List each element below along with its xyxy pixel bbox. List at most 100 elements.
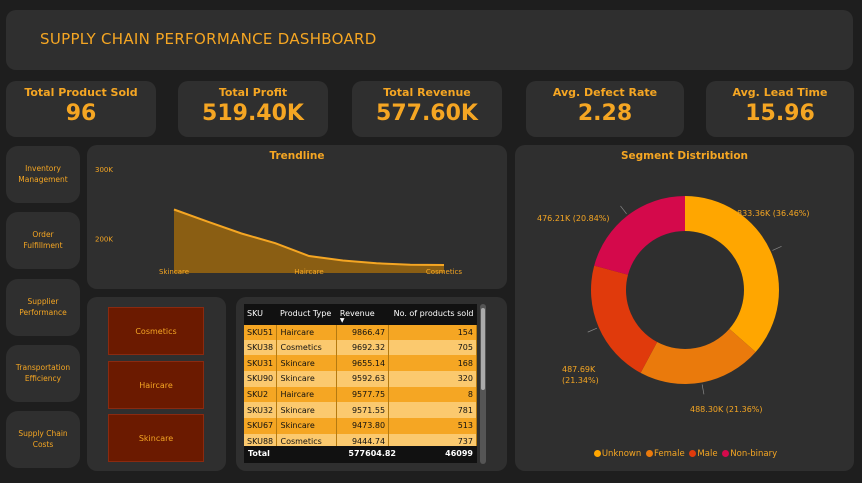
cell-product-type: Skincare	[276, 371, 338, 387]
nav-inventory-management-button[interactable]: Inventory Management	[6, 146, 80, 203]
legend-dot-unknown	[593, 450, 601, 457]
legend-label-unknown[interactable]: Unknown	[602, 449, 641, 459]
cell-products-sold: 168	[388, 355, 477, 372]
table-row[interactable]: SKU32 Skincare 9571.55 781	[244, 402, 477, 419]
column-header-revenue-label: Revenue	[339, 309, 375, 319]
cell-sku: SKU2	[244, 386, 278, 403]
donut-leader-line	[620, 205, 627, 215]
cell-product-type: Cosmetics	[276, 339, 338, 356]
legend-dot-non-binary	[722, 450, 730, 457]
x-tick-label: Haircare	[294, 268, 323, 276]
product-type-slicer: Cosmetics Haircare Skincare	[87, 297, 226, 471]
table-row[interactable]: SKU67 Skincare 9473.80 513	[244, 418, 477, 434]
donut-slice-male[interactable]	[591, 265, 658, 373]
table-row[interactable]: SKU2 Haircare 9577.75 8	[244, 386, 477, 403]
table-scroll-thumb[interactable]	[481, 308, 485, 390]
kpi-total-profit[interactable]: Total Profit 519.40K	[178, 81, 328, 137]
nav-supplier-performance-button[interactable]: Supplier Performance	[6, 279, 80, 336]
kpi-label: Total Profit	[218, 86, 288, 99]
kpi-value: 96	[65, 101, 97, 126]
y-tick-label: 300K	[95, 166, 113, 174]
donut-leader-line	[772, 245, 782, 251]
donut-data-label: 487.69K	[562, 365, 596, 374]
nav-label: Order Fulfillment	[23, 230, 63, 250]
cell-sku: SKU38	[244, 339, 278, 356]
cell-products-sold: 705	[388, 339, 477, 356]
cell-revenue: 9592.63	[336, 371, 390, 387]
cell-product-type: Skincare	[276, 355, 338, 372]
nav-transportation-efficiency-button[interactable]: Transportation Efficiency	[6, 345, 80, 402]
cell-revenue: 9655.14	[336, 355, 390, 372]
kpi-total-product-sold[interactable]: Total Product Sold 96	[6, 81, 156, 137]
nav-label: Supply Chain Costs	[18, 429, 68, 449]
column-header-product-type[interactable]: Product Type	[276, 304, 337, 325]
total-label: Total	[248, 449, 270, 458]
nav-supply-chain-costs-button[interactable]: Supply Chain Costs	[6, 411, 80, 468]
total-products-sold: 46099	[445, 449, 473, 458]
cell-product-type: Skincare	[276, 418, 338, 434]
cell-revenue: 9866.47	[336, 324, 390, 340]
table-row[interactable]: SKU38 Cosmetics 9692.32 705	[244, 339, 477, 356]
donut-slice-unknown[interactable]	[685, 196, 779, 352]
segment-legend: Unknown Female Male Non-binary	[515, 449, 854, 459]
cell-revenue: 9473.80	[336, 418, 390, 434]
cell-product-type: Haircare	[276, 324, 338, 340]
donut-data-label: 476.21K (20.84%)	[537, 214, 610, 223]
sku-table-wrapper: SKU Product Type Revenue ▼ No. of product…	[244, 304, 477, 464]
x-tick-label: Cosmetics	[426, 268, 462, 276]
legend-label-male[interactable]: Male	[697, 449, 717, 459]
table-scrollbar[interactable]	[480, 304, 486, 464]
legend-label-female[interactable]: Female	[654, 449, 685, 459]
sort-descending-icon: ▼	[339, 317, 345, 324]
donut-leader-line	[701, 384, 705, 395]
trendline-card: Trendline 300K 200K Skincare Haircare Cosmet…	[87, 145, 507, 289]
table-header-row: SKU Product Type Revenue ▼ No. of product…	[244, 304, 477, 325]
donut-data-label: 488.30K (21.36%)	[690, 405, 763, 414]
cell-revenue: 9571.55	[336, 402, 390, 419]
y-tick-label: 200K	[95, 235, 113, 243]
table-row[interactable]: SKU31 Skincare 9655.14 168	[244, 355, 477, 372]
column-header-revenue[interactable]: Revenue ▼	[336, 304, 389, 325]
legend-dot-female	[645, 450, 653, 457]
cell-products-sold: 513	[388, 418, 477, 434]
kpi-avg-defect-rate[interactable]: Avg. Defect Rate 2.28	[526, 81, 684, 137]
kpi-value: 519.40K	[202, 101, 304, 126]
sku-table: SKU Product Type Revenue ▼ No. of product…	[244, 304, 477, 450]
nav-label: Supplier Performance	[19, 297, 67, 317]
cell-products-sold: 320	[388, 371, 477, 387]
legend-label-non-binary[interactable]: Non-binary	[730, 449, 777, 459]
slicer-item-haircare[interactable]: Haircare	[108, 361, 204, 409]
column-header-products-sold[interactable]: No. of products sold	[388, 304, 477, 325]
title-panel: SUPPLY CHAIN PERFORMANCE DASHBOARD	[6, 10, 853, 70]
cell-products-sold: 8	[388, 386, 477, 403]
donut-data-label: (21.34%)	[562, 376, 599, 385]
kpi-avg-lead-time[interactable]: Avg. Lead Time 15.96	[706, 81, 854, 137]
cell-revenue: 9577.75	[336, 386, 390, 403]
table-row[interactable]: SKU51 Haircare 9866.47 154	[244, 324, 477, 340]
kpi-label: Total Product Sold	[24, 86, 138, 99]
kpi-value: 577.60K	[376, 101, 478, 126]
cell-sku: SKU51	[244, 324, 278, 340]
table-row[interactable]: SKU90 Skincare 9592.63 320	[244, 371, 477, 387]
kpi-value: 2.28	[577, 101, 633, 126]
slicer-item-skincare[interactable]: Skincare	[108, 414, 204, 462]
cell-sku: SKU31	[244, 355, 278, 372]
kpi-label: Avg. Defect Rate	[552, 86, 658, 99]
segment-donut-chart: 833.36K (36.46%) 488.30K (21.36%) 487.69K (…	[537, 196, 810, 414]
trendline-chart: 300K 200K Skincare Haircare Cosmetics	[95, 166, 462, 276]
kpi-total-revenue[interactable]: Total Revenue 577.60K	[352, 81, 502, 137]
column-header-sku[interactable]: SKU	[244, 304, 277, 325]
cell-products-sold: 781	[388, 402, 477, 419]
kpi-value: 15.96	[745, 101, 815, 126]
donut-slice-non-binary[interactable]	[594, 196, 685, 275]
donut-leader-line	[587, 327, 598, 333]
nav-label: Transportation Efficiency	[15, 363, 71, 383]
x-tick-label: Skincare	[159, 268, 189, 276]
table-total-row: Total 577604.82 46099	[244, 446, 477, 463]
slicer-item-cosmetics[interactable]: Cosmetics	[108, 307, 204, 355]
nav-order-fulfillment-button[interactable]: Order Fulfillment	[6, 212, 80, 269]
donut-slice-female[interactable]	[640, 328, 756, 384]
donut-data-label: 833.36K (36.46%)	[737, 209, 810, 218]
total-revenue: 577604.82	[348, 449, 396, 458]
cell-sku: SKU67	[244, 418, 278, 434]
